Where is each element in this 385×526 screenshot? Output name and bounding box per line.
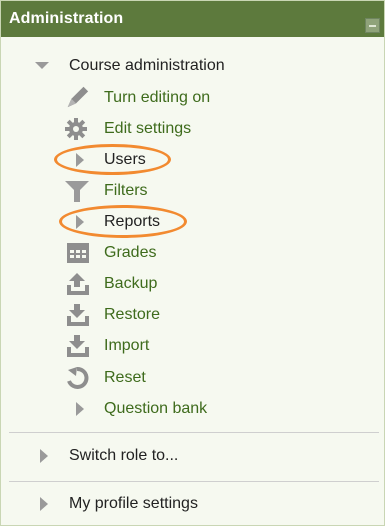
- collapse-icon[interactable]: [365, 18, 380, 33]
- menu-item-label: Turn editing on: [104, 89, 211, 106]
- triangle-right-icon: [40, 497, 48, 511]
- triangle-down-icon: [35, 62, 49, 69]
- menu-item-reports[interactable]: Reports: [1, 209, 384, 235]
- download-tray-icon: [67, 335, 89, 357]
- menu-item-label: Question bank: [104, 400, 208, 417]
- menu-item-label: Reset: [104, 369, 146, 386]
- switch-role-label: Switch role to...: [69, 447, 179, 464]
- menu-item-backup[interactable]: Backup: [1, 271, 384, 297]
- course-administration-node[interactable]: Course administration: [1, 53, 384, 79]
- profile-settings-node[interactable]: My profile settings: [1, 491, 384, 517]
- gear-icon: [65, 118, 87, 140]
- menu-item-reset[interactable]: Reset: [1, 365, 384, 391]
- administration-block: Administration Course administration Tur…: [0, 0, 385, 526]
- menu-item-grades[interactable]: Grades: [1, 240, 384, 266]
- download-tray-icon: [67, 304, 89, 326]
- menu-item-restore[interactable]: Restore: [1, 302, 384, 328]
- section-divider: [9, 432, 379, 433]
- switch-role-node[interactable]: Switch role to...: [1, 443, 384, 469]
- triangle-right-icon: [40, 449, 48, 463]
- menu-item-turn-editing-on[interactable]: Turn editing on: [1, 85, 384, 111]
- funnel-icon: [65, 181, 89, 202]
- menu-item-label: Restore: [104, 306, 161, 323]
- menu-item-label: Users: [104, 151, 146, 168]
- menu-item-label: Grades: [104, 244, 157, 261]
- triangle-right-icon: [76, 215, 84, 229]
- section-divider: [9, 481, 379, 482]
- upload-tray-icon: [67, 273, 89, 295]
- menu-item-question-bank[interactable]: Question bank: [1, 396, 384, 422]
- menu-item-label: Backup: [104, 275, 158, 292]
- menu-item-label: Reports: [104, 213, 161, 230]
- menu-item-filters[interactable]: Filters: [1, 178, 384, 204]
- course-administration-label: Course administration: [69, 57, 225, 74]
- menu-item-import[interactable]: Import: [1, 333, 384, 359]
- menu-item-users[interactable]: Users: [1, 147, 384, 173]
- profile-settings-label: My profile settings: [69, 495, 198, 512]
- block-header: Administration: [1, 1, 384, 37]
- block-title: Administration: [9, 10, 124, 27]
- menu-item-label: Edit settings: [104, 120, 192, 137]
- grid-table-icon: [67, 243, 89, 263]
- menu-item-label: Filters: [104, 182, 148, 199]
- triangle-right-icon: [76, 153, 84, 167]
- triangle-right-icon: [76, 402, 84, 416]
- menu-item-label: Import: [104, 337, 150, 354]
- pencil-icon: [67, 86, 89, 108]
- menu-item-edit-settings[interactable]: Edit settings: [1, 116, 384, 142]
- reset-arrow-icon: [67, 367, 89, 389]
